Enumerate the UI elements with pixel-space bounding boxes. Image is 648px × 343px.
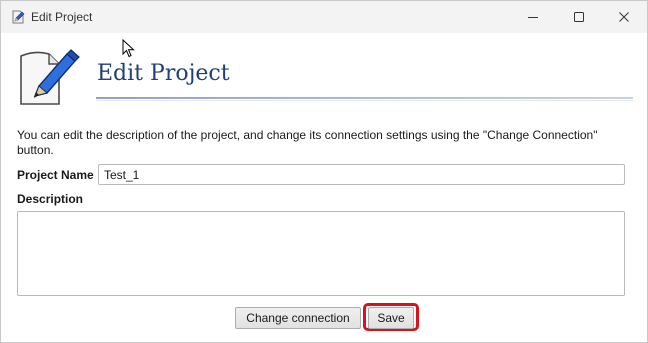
description-textarea[interactable]	[17, 211, 625, 296]
save-button[interactable]: Save	[368, 307, 414, 329]
pencil-paper-icon	[12, 10, 25, 24]
change-connection-button[interactable]: Change connection	[235, 307, 361, 329]
close-icon	[619, 12, 629, 22]
header-divider-shadow	[96, 100, 633, 101]
minimize-button[interactable]	[510, 1, 556, 33]
edit-project-window: Edit Project Edit Project You can edit t…	[0, 0, 648, 343]
minimize-icon	[528, 17, 538, 18]
title-bar[interactable]: Edit Project	[1, 1, 647, 33]
maximize-button[interactable]	[556, 1, 602, 33]
mouse-pointer-icon	[122, 39, 135, 58]
page-title: Edit Project	[97, 61, 230, 86]
header-divider	[96, 97, 633, 99]
description-label: Description	[17, 192, 84, 206]
close-button[interactable]	[601, 1, 647, 33]
edit-document-icon	[20, 49, 80, 105]
window-title: Edit Project	[31, 10, 93, 24]
project-name-input[interactable]	[98, 164, 625, 185]
maximize-icon	[574, 12, 584, 22]
project-name-label: Project Name	[17, 168, 94, 182]
instructions-text: You can edit the description of the proj…	[17, 128, 598, 157]
